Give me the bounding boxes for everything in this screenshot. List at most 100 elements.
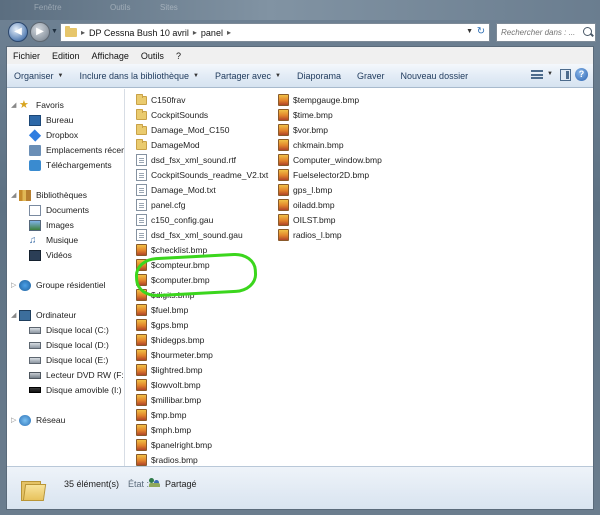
file-name: CockpitSounds_readme_V2.txt (151, 169, 269, 180)
nav-item-images[interactable]: Images (29, 218, 74, 232)
nav-item-label: Documents (46, 205, 89, 215)
chevron-right-icon[interactable]: ▸ (81, 28, 85, 37)
nav-item-dropbox[interactable]: Dropbox (28, 128, 78, 142)
file-item[interactable]: Damage_Mod.txt (136, 182, 268, 197)
nav-homegroup[interactable]: ▷ Groupe résidentiel (11, 278, 105, 292)
file-item[interactable]: $mph.bmp (136, 422, 268, 437)
file-item[interactable]: dsd_fsx_xml_sound.gau (136, 227, 268, 242)
nav-libraries[interactable]: ◢ Bibliothèques (11, 188, 87, 202)
file-item[interactable]: $vor.bmp (278, 122, 382, 137)
breadcrumb-panel[interactable]: panel (201, 28, 223, 38)
burn-button[interactable]: Graver (357, 71, 385, 81)
file-item[interactable]: chkmain.bmp (278, 137, 382, 152)
file-item[interactable]: $hidegps.bmp (136, 332, 268, 347)
menu-outils[interactable]: Outils (141, 51, 164, 61)
slideshow-button[interactable]: Diaporama (297, 71, 341, 81)
file-name: DamageMod (151, 139, 200, 150)
bitmap-file-icon (278, 213, 289, 226)
file-name: $lightred.bmp (151, 364, 203, 375)
share-with-button[interactable]: Partager avec ▼ (215, 71, 281, 81)
file-item[interactable]: $tempgauge.bmp (278, 92, 382, 107)
nav-item-dvd-f[interactable]: Lecteur DVD RW (F:) (29, 368, 124, 382)
nav-favorites[interactable]: ◢ ★ Favoris (11, 98, 64, 112)
breadcrumb-dp-cessna[interactable]: DP Cessna Bush 10 avril (89, 28, 189, 38)
include-library-button[interactable]: Inclure dans la bibliothèque ▼ (79, 71, 199, 81)
chevron-down-icon[interactable]: ▼ (547, 71, 553, 77)
file-item[interactable]: $fuel.bmp (136, 302, 268, 317)
preview-pane-icon[interactable] (560, 69, 571, 81)
expand-icon[interactable]: ◢ (11, 101, 19, 109)
back-button[interactable]: ◀ (8, 22, 28, 42)
file-item[interactable]: radios_l.bmp (278, 227, 382, 242)
file-item[interactable]: $hourmeter.bmp (136, 347, 268, 362)
file-item[interactable]: Fuelselector2D.bmp (278, 167, 382, 182)
file-item[interactable]: OILST.bmp (278, 212, 382, 227)
nav-item-documents[interactable]: Documents (29, 203, 89, 217)
nav-item-bureau[interactable]: Bureau (29, 113, 73, 127)
search-box[interactable] (496, 23, 596, 42)
file-item[interactable]: $millibar.bmp (136, 392, 268, 407)
menu-affichage[interactable]: Affichage (92, 51, 129, 61)
recent-pages-dropdown-icon[interactable]: ▼ (51, 28, 58, 35)
file-name: $mp.bmp (151, 409, 187, 420)
music-icon: ♫ (29, 234, 37, 246)
file-item[interactable]: $lightred.bmp (136, 362, 268, 377)
menu-help[interactable]: ? (176, 51, 181, 61)
file-item[interactable]: panel.cfg (136, 197, 268, 212)
nav-item-disk-c[interactable]: Disque local (C:) (29, 323, 109, 337)
help-icon[interactable]: ? (575, 68, 588, 81)
nav-item-disk-d[interactable]: Disque local (D:) (29, 338, 109, 352)
state-label: État : (128, 479, 150, 489)
new-folder-button[interactable]: Nouveau dossier (401, 71, 469, 81)
file-item[interactable]: dsd_fsx_xml_sound.rtf (136, 152, 268, 167)
file-item[interactable]: DamageMod (136, 137, 268, 152)
chevron-down-icon[interactable]: ▼ (466, 28, 473, 35)
file-item[interactable]: $radios.bmp (136, 452, 268, 467)
organiser-label: Organiser (14, 70, 54, 81)
expand-icon[interactable]: ◢ (11, 311, 19, 319)
nav-item-recent-places[interactable]: Emplacements récents (29, 143, 124, 157)
forward-button[interactable]: ▶ (30, 22, 50, 42)
nav-item-removable-i[interactable]: Disque amovible (I:) (29, 383, 122, 397)
refresh-icon[interactable]: ↻ (475, 26, 487, 38)
chevron-right-icon[interactable]: ▸ (227, 28, 231, 37)
organiser-button[interactable]: Organiser ▼ (14, 71, 63, 81)
file-name: Damage_Mod.txt (151, 184, 216, 195)
file-item[interactable]: oiladd.bmp (278, 197, 382, 212)
search-input[interactable] (501, 28, 581, 37)
nav-computer[interactable]: ◢ Ordinateur (11, 308, 76, 322)
expand-icon[interactable]: ▷ (11, 281, 19, 289)
nav-item-downloads[interactable]: Téléchargements (29, 158, 112, 172)
expand-icon[interactable]: ▷ (11, 416, 19, 424)
folder-icon (136, 124, 147, 135)
file-name: dsd_fsx_xml_sound.rtf (151, 154, 237, 165)
file-item[interactable]: CockpitSounds (136, 107, 268, 122)
file-item[interactable]: Damage_Mod_C150 (136, 122, 268, 137)
expand-icon[interactable]: ◢ (11, 191, 19, 199)
file-item[interactable]: $mp.bmp (136, 407, 268, 422)
menu-edition[interactable]: Edition (52, 51, 80, 61)
file-item[interactable]: $gps.bmp (136, 317, 268, 332)
address-bar[interactable]: ▸ DP Cessna Bush 10 avril ▸ panel ▸ ▼ ↻ (60, 23, 490, 42)
file-item[interactable]: $time.bmp (278, 107, 382, 122)
nav-item-disk-e[interactable]: Disque local (E:) (29, 353, 108, 367)
file-item[interactable]: gps_l.bmp (278, 182, 382, 197)
file-item[interactable]: $panelright.bmp (136, 437, 268, 452)
file-item[interactable]: $lowvolt.bmp (136, 377, 268, 392)
folder-icon (21, 475, 47, 501)
hard-drive-icon (29, 356, 41, 364)
file-item[interactable]: CockpitSounds_readme_V2.txt (136, 167, 268, 182)
menu-fichier[interactable]: Fichier (13, 51, 40, 61)
ghost-title-1: Fenêtre (34, 3, 62, 12)
chevron-right-icon[interactable]: ▸ (193, 28, 197, 37)
nav-item-videos[interactable]: Vidéos (29, 248, 72, 262)
file-item[interactable]: C150frav (136, 92, 268, 107)
nav-item-music[interactable]: ♫ Musique (29, 233, 78, 247)
file-item[interactable]: c150_config.gau (136, 212, 268, 227)
nav-network[interactable]: ▷ Réseau (11, 413, 65, 427)
view-options-icon[interactable] (531, 70, 543, 81)
search-icon[interactable] (583, 27, 592, 36)
file-item[interactable]: Computer_window.bmp (278, 152, 382, 167)
bitmap-file-icon (136, 348, 147, 361)
file-name: $hidegps.bmp (151, 334, 205, 345)
